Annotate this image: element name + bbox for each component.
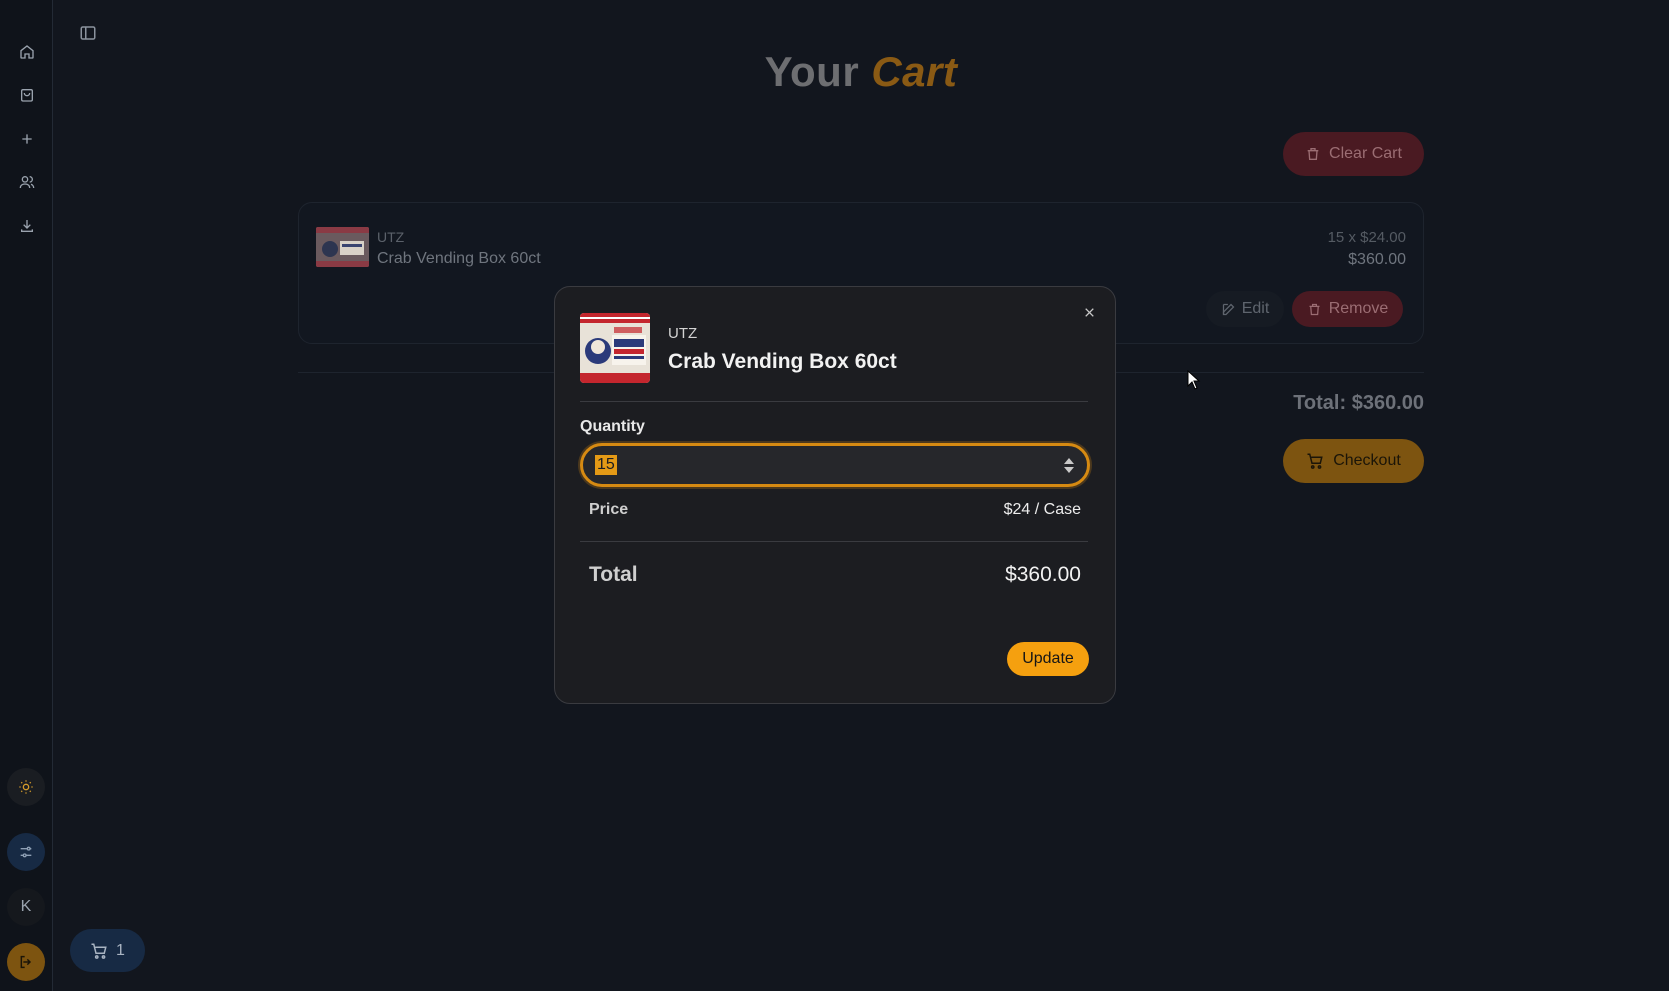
cart-total: Total: $360.00 <box>1293 392 1424 414</box>
page-title: Your Cart <box>53 48 1669 96</box>
decrement-arrow-icon[interactable] <box>1064 466 1074 473</box>
download-icon[interactable] <box>15 214 39 238</box>
home-icon[interactable] <box>15 40 39 64</box>
item-name: Crab Vending Box 60ct <box>377 250 541 267</box>
shopping-bag-icon[interactable] <box>15 83 39 107</box>
remove-label: Remove <box>1328 300 1389 317</box>
price-value: $24 / Case <box>1003 501 1081 518</box>
item-brand: UTZ <box>377 229 405 245</box>
avatar-initial: K <box>20 898 32 915</box>
update-button[interactable]: Update <box>1007 642 1089 676</box>
quantity-value: 15 <box>595 455 617 475</box>
trash-icon <box>1309 303 1320 315</box>
sidebar: K <box>0 0 53 991</box>
page-title-word-1: Your <box>764 48 860 95</box>
plus-icon[interactable] <box>15 127 39 151</box>
modal-brand: UTZ <box>668 325 698 342</box>
cart-icon <box>1307 453 1323 469</box>
trash-icon <box>1307 148 1319 160</box>
edit-label: Edit <box>1241 300 1270 317</box>
logout-icon[interactable] <box>7 943 45 981</box>
cart-icon <box>91 943 107 959</box>
quantity-label: Quantity <box>580 418 645 435</box>
clear-cart-button[interactable]: Clear Cart <box>1283 132 1424 176</box>
divider <box>580 541 1088 542</box>
clear-cart-label: Clear Cart <box>1329 145 1402 162</box>
cart-badge-button[interactable]: 1 <box>70 929 145 972</box>
price-label: Price <box>589 501 629 518</box>
divider <box>580 401 1088 402</box>
remove-button[interactable]: Remove <box>1292 291 1403 327</box>
product-thumbnail <box>316 227 369 267</box>
item-quantity-line: 15 x $24.00 <box>1327 229 1406 246</box>
total-label: Total <box>589 563 638 586</box>
edit-quantity-modal: UTZ Crab Vending Box 60ct Quantity 15 Pr… <box>554 286 1116 704</box>
avatar[interactable]: K <box>7 888 45 926</box>
edit-icon <box>1222 303 1235 315</box>
close-icon[interactable] <box>1078 301 1100 323</box>
sliders-icon[interactable] <box>7 833 45 871</box>
quantity-stepper[interactable] <box>1063 453 1075 477</box>
edit-button[interactable]: Edit <box>1206 291 1284 327</box>
page-title-word-2: Cart <box>871 48 958 95</box>
checkout-label: Checkout <box>1333 452 1401 469</box>
quantity-input[interactable]: 15 <box>580 443 1090 487</box>
mouse-cursor-icon <box>1187 370 1201 390</box>
checkout-button[interactable]: Checkout <box>1283 439 1424 483</box>
total-value: $360.00 <box>1005 563 1081 586</box>
users-icon[interactable] <box>15 170 39 194</box>
modal-product-name: Crab Vending Box 60ct <box>668 350 897 373</box>
cart-count: 1 <box>116 941 125 959</box>
sun-icon[interactable] <box>7 768 45 806</box>
sidebar-toggle-icon[interactable] <box>77 22 99 44</box>
item-subtotal: $360.00 <box>1348 251 1406 268</box>
increment-arrow-icon[interactable] <box>1064 457 1074 464</box>
product-image <box>580 313 650 383</box>
